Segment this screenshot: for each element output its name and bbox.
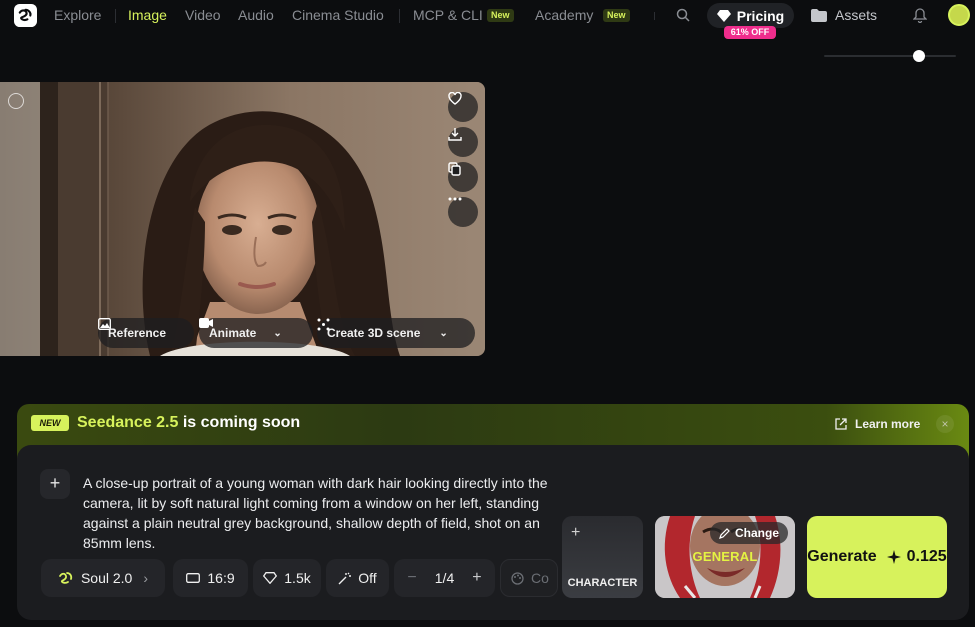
reference-button[interactable]: Reference xyxy=(98,318,194,348)
character-label: CHARACTER xyxy=(567,577,638,589)
pencil-icon xyxy=(719,527,730,539)
model-selector[interactable]: Soul 2.0 › xyxy=(41,559,165,597)
color-label: Co xyxy=(531,570,549,586)
learn-more-link[interactable]: Learn more xyxy=(835,417,920,431)
style-label: GENERAL xyxy=(692,549,758,564)
add-media-button[interactable]: + xyxy=(40,469,70,499)
nav-video[interactable]: Video xyxy=(185,7,221,23)
enhance-toggle[interactable]: Off xyxy=(326,559,389,597)
favorite-button[interactable] xyxy=(448,92,478,122)
3d-scene-icon xyxy=(317,318,330,331)
search-icon[interactable] xyxy=(676,8,690,22)
nav-audio[interactable]: Audio xyxy=(238,7,274,23)
external-link-icon xyxy=(835,418,847,430)
animate-button[interactable]: Animate ⌄ xyxy=(199,318,313,348)
image-icon xyxy=(98,318,111,330)
select-circle-icon[interactable] xyxy=(8,93,24,109)
pricing-label: Pricing xyxy=(736,7,785,24)
banner-title: Seedance 2.5 is coming soon xyxy=(77,414,300,432)
enhance-label: Off xyxy=(358,570,377,586)
change-style-button[interactable]: Change xyxy=(710,522,788,544)
nav-divider xyxy=(115,9,116,23)
copy-button[interactable] xyxy=(448,162,478,192)
model-label: Soul 2.0 xyxy=(80,570,133,586)
count-label: 1/4 xyxy=(434,570,455,586)
close-banner-button[interactable]: × xyxy=(936,415,954,433)
aspect-ratio-selector[interactable]: 16:9 xyxy=(173,559,248,597)
slider-thumb[interactable] xyxy=(913,50,926,62)
plus-icon[interactable]: + xyxy=(472,569,481,587)
color-selector[interactable]: Co xyxy=(500,559,558,597)
chevron-right-icon: › xyxy=(143,570,149,586)
generate-cost: 0.125 xyxy=(906,548,947,565)
sparkle-icon xyxy=(886,550,901,564)
minus-icon[interactable]: − xyxy=(407,569,416,587)
bell-icon[interactable] xyxy=(913,8,927,23)
chevron-down-icon[interactable]: ⌄ xyxy=(439,328,447,339)
change-label: Change xyxy=(734,526,779,540)
avatar[interactable] xyxy=(948,4,970,26)
create-3d-label: Create 3D scene xyxy=(327,326,421,340)
folder-icon xyxy=(811,8,827,22)
heart-icon xyxy=(448,92,462,105)
aspect-label: 16:9 xyxy=(207,570,235,586)
banner-title-highlight: Seedance 2.5 xyxy=(77,414,179,431)
app-logo-icon[interactable] xyxy=(14,4,37,27)
nav-divider xyxy=(654,12,655,20)
diamond-icon xyxy=(263,572,278,584)
top-nav: Explore Image Video Audio Cinema Studio … xyxy=(0,0,975,39)
image-count-stepper[interactable]: − 1/4 + xyxy=(394,559,495,597)
assets-label: Assets xyxy=(835,7,878,23)
magic-wand-icon xyxy=(338,572,352,584)
discount-badge: 61% OFF xyxy=(724,26,776,39)
quality-selector[interactable]: 1.5k xyxy=(253,559,321,597)
learn-more-label: Learn more xyxy=(855,417,921,431)
create-3d-button[interactable]: Create 3D scene ⌄ xyxy=(317,318,475,348)
download-icon xyxy=(448,128,462,141)
prompt-input[interactable]: A close-up portrait of a young woman wit… xyxy=(83,473,558,553)
nav-image[interactable]: Image xyxy=(128,7,167,23)
soul-logo-icon xyxy=(59,572,73,584)
new-badge: New xyxy=(603,9,630,22)
more-button[interactable] xyxy=(448,197,478,227)
nav-mcp-cli[interactable]: MCP & CLI xyxy=(413,7,483,23)
size-slider[interactable] xyxy=(824,55,956,57)
generate-button[interactable]: Generate 0.125 xyxy=(807,516,947,598)
plus-icon[interactable]: + xyxy=(571,524,580,542)
animate-label: Animate xyxy=(209,326,257,340)
nav-academy[interactable]: Academy xyxy=(535,7,593,23)
portrait-image xyxy=(0,82,485,356)
pricing-button[interactable]: Pricing xyxy=(707,3,794,28)
reference-label: Reference xyxy=(108,326,167,340)
aspect-ratio-icon xyxy=(186,573,201,583)
copy-icon xyxy=(448,162,461,176)
nav-divider xyxy=(399,9,400,23)
quality-label: 1.5k xyxy=(284,570,311,586)
chevron-down-icon[interactable]: ⌄ xyxy=(273,328,281,339)
nav-explore[interactable]: Explore xyxy=(54,7,101,23)
new-tag: NEW xyxy=(31,415,69,431)
more-icon xyxy=(448,197,462,201)
nav-cinema-studio[interactable]: Cinema Studio xyxy=(292,7,384,23)
video-camera-icon xyxy=(199,318,213,328)
assets-button[interactable]: Assets xyxy=(811,7,877,23)
generated-image[interactable]: Reference Animate ⌄ Create 3D scene ⌄ xyxy=(0,82,485,356)
generate-label: Generate xyxy=(807,548,877,565)
banner-title-rest: is coming soon xyxy=(178,414,301,431)
palette-icon xyxy=(511,571,524,585)
new-badge: New xyxy=(487,9,514,22)
diamond-icon xyxy=(716,9,731,22)
download-button[interactable] xyxy=(448,127,478,157)
